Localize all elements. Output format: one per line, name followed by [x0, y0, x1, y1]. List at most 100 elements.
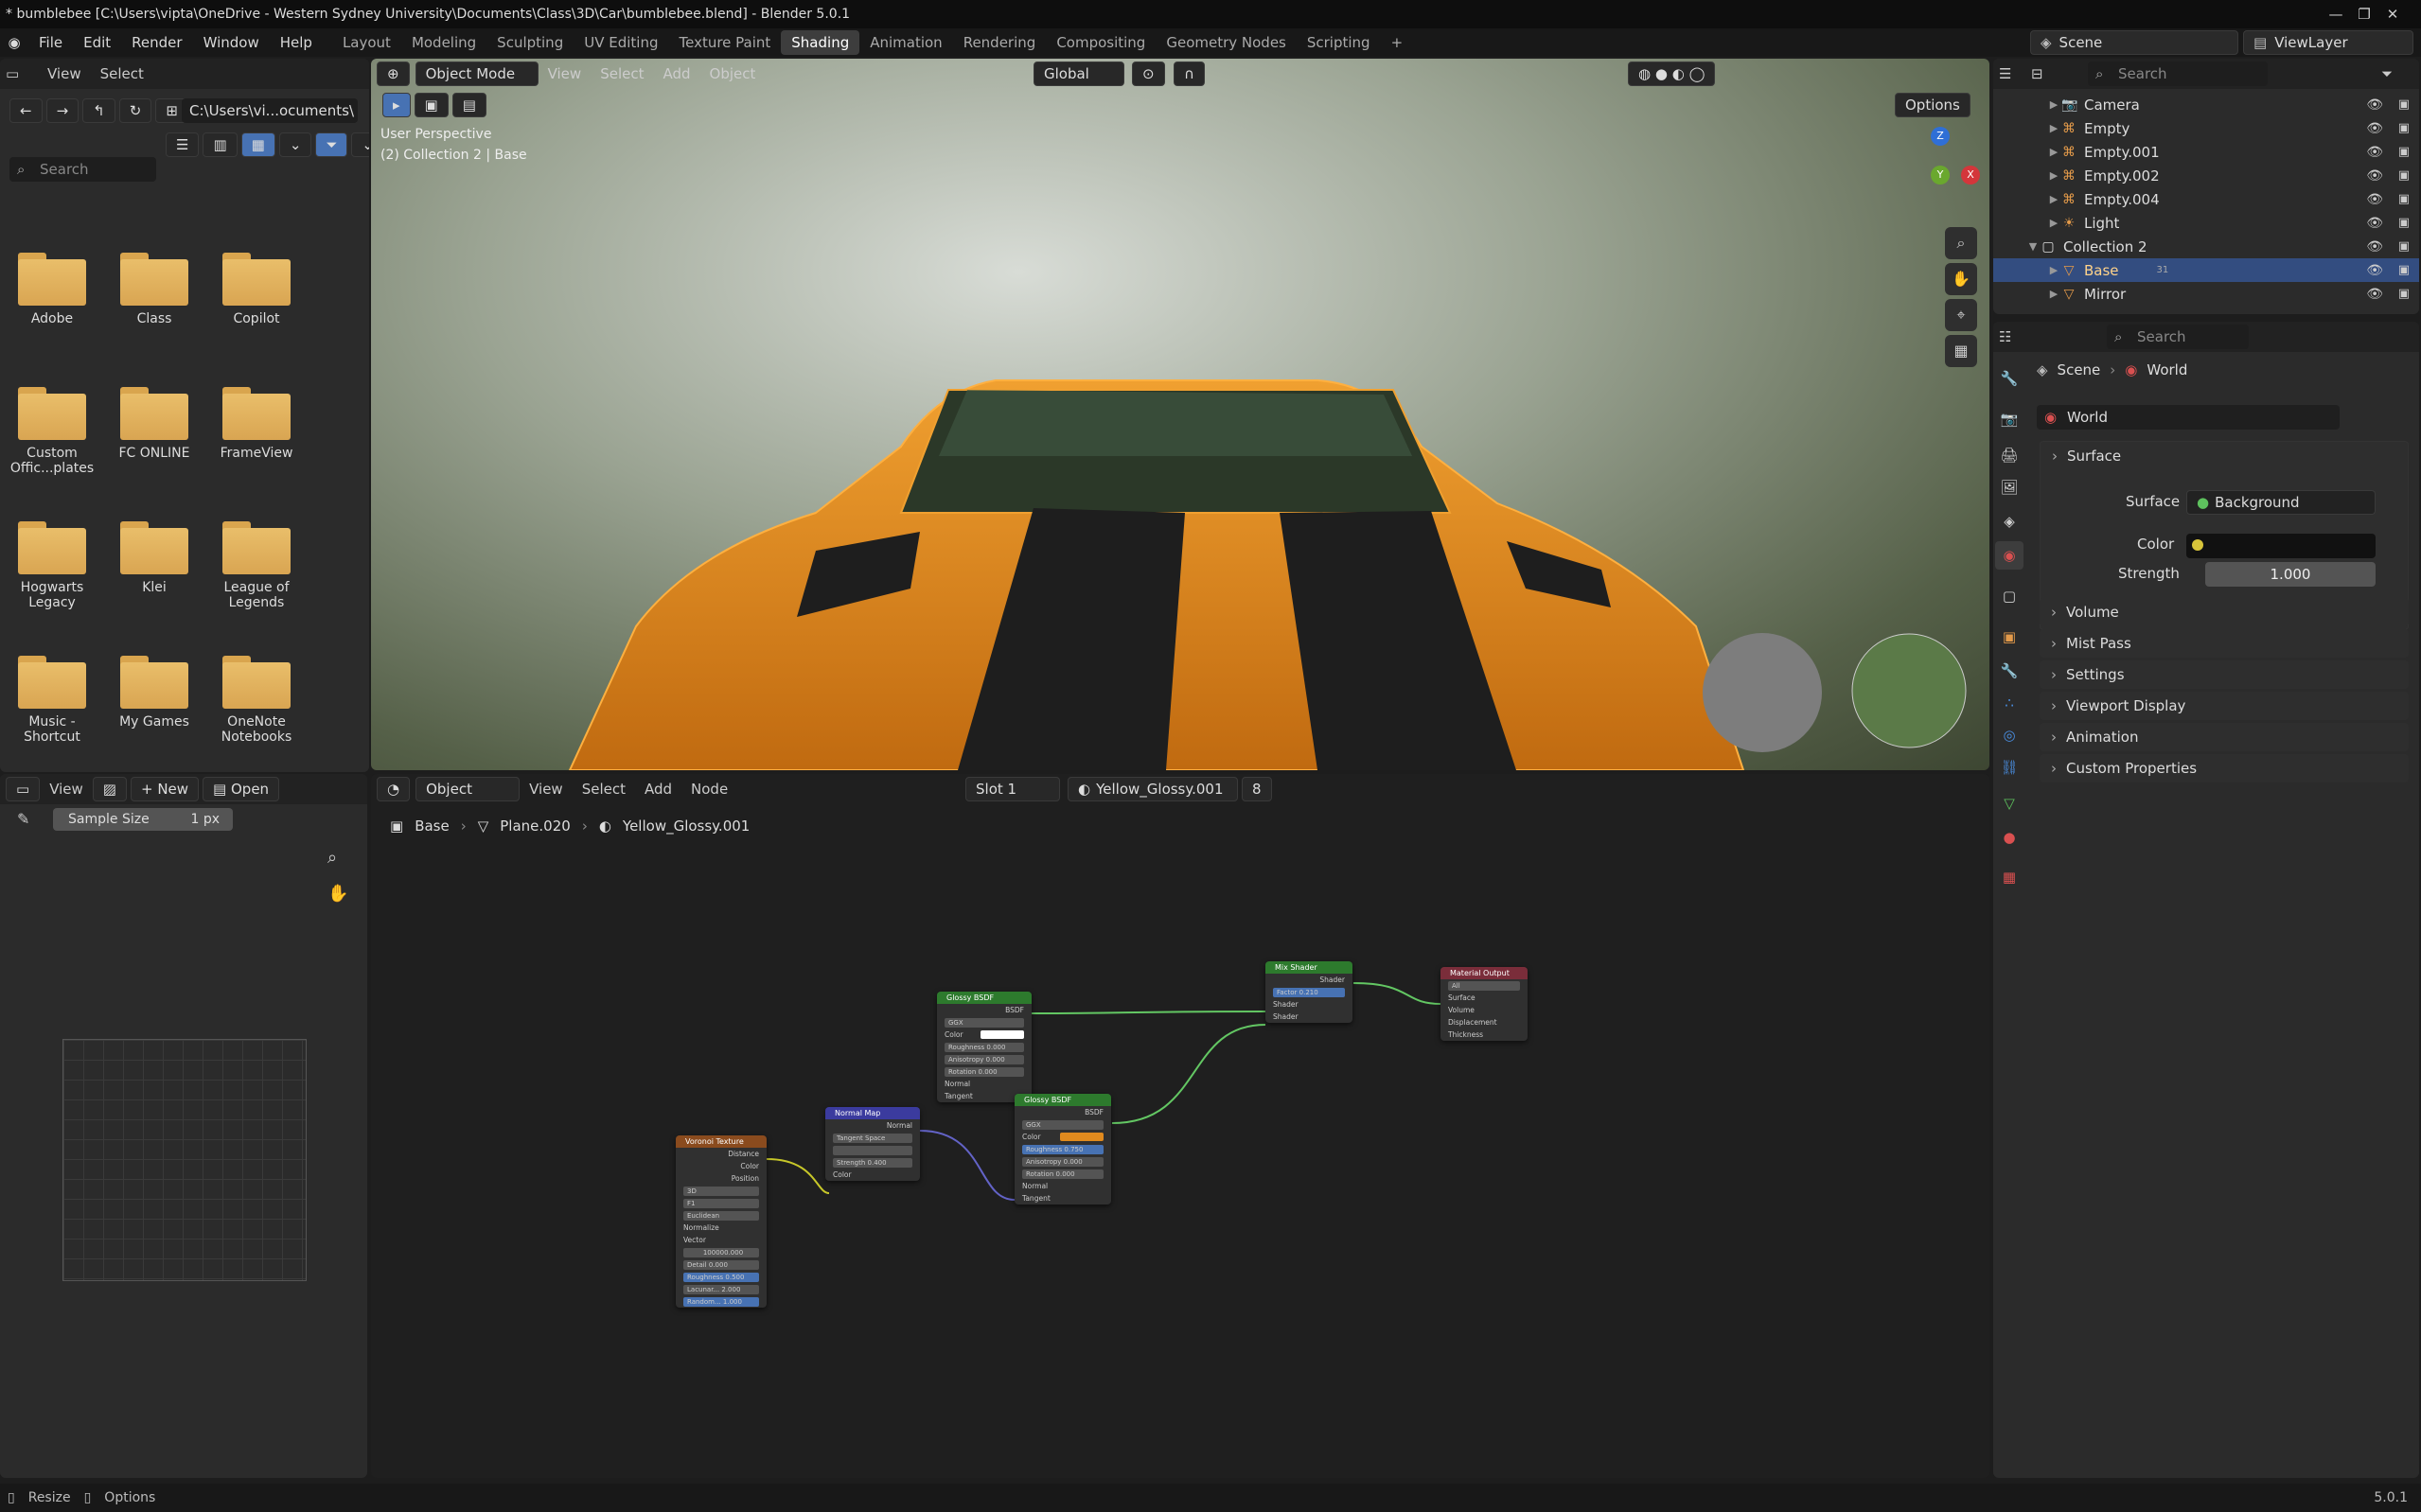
tab-compositing[interactable]: Compositing	[1046, 30, 1156, 55]
color-swatch[interactable]	[1060, 1133, 1104, 1141]
eyedropper-icon[interactable]: ✎	[17, 810, 29, 828]
menu-view[interactable]: View	[40, 778, 93, 800]
surface-panel-header[interactable]: Surface	[2067, 448, 2121, 465]
volume-panel[interactable]: Volume	[2040, 598, 2409, 626]
properties-search-input[interactable]: ⌕ Search	[2107, 325, 2249, 349]
back-icon[interactable]: ←	[9, 98, 43, 123]
collection-tab-icon[interactable]: ▢	[1995, 582, 2023, 610]
select-tool-icon[interactable]: ▸	[382, 93, 411, 117]
editor-type-icon[interactable]: ☰	[1999, 65, 2031, 82]
forward-icon[interactable]: →	[45, 98, 80, 123]
mist-pass-panel[interactable]: Mist Pass	[2040, 629, 2409, 658]
3d-viewport[interactable]: ⊕ Object Mode View Select Add Object Glo…	[371, 59, 1989, 770]
filter-icon[interactable]: ⏷	[2381, 65, 2393, 82]
anisotropy-field[interactable]: Anisotropy 0.000	[1022, 1157, 1104, 1167]
folder-item[interactable]: Music - Shortcut	[5, 656, 99, 745]
render-camera-icon[interactable]: ▣	[2398, 121, 2410, 135]
list-vertical-icon[interactable]: ☰	[166, 132, 200, 157]
collapse-arrow-icon[interactable]: ▼	[2025, 240, 2041, 253]
outliner-item[interactable]: ▶ 📷 Camera 👁 ▣	[1993, 93, 2419, 116]
distribution-selector[interactable]: GGX	[1022, 1120, 1104, 1130]
expand-arrow-icon[interactable]: ▶	[2046, 288, 2061, 300]
filter-icon[interactable]: ⏷	[315, 132, 348, 157]
tab-animation[interactable]: Animation	[859, 30, 952, 55]
detail-field[interactable]: Detail 0.000	[683, 1260, 759, 1270]
zoom-icon[interactable]: ⌕	[1945, 227, 1977, 259]
hand-icon[interactable]: ✋	[1945, 263, 1977, 295]
view-layer-selector[interactable]: ▤ ViewLayer	[2243, 30, 2413, 55]
filter-chevron-icon[interactable]: ⌄	[351, 132, 369, 157]
target-selector[interactable]: All	[1448, 981, 1520, 991]
strength-field[interactable]: 1.000	[2205, 562, 2376, 587]
refresh-icon[interactable]: ↻	[118, 98, 152, 123]
world-tab-icon[interactable]: ◉	[1995, 541, 2023, 570]
factor-field[interactable]: Factor 0.210	[1273, 988, 1345, 997]
strength-field[interactable]: Strength 0.400	[833, 1158, 912, 1168]
folder-item[interactable]: Adobe	[5, 253, 99, 326]
tab-texture-paint[interactable]: Texture Paint	[668, 30, 781, 55]
menu-view[interactable]: View	[38, 62, 91, 85]
tab-sculpting[interactable]: Sculpting	[486, 30, 574, 55]
uv-grid[interactable]	[62, 1039, 307, 1281]
render-camera-icon[interactable]: ▣	[2398, 145, 2410, 159]
editor-type-icon[interactable]: ⊕	[377, 62, 410, 86]
physics-tab-icon[interactable]: ◎	[1995, 721, 2023, 749]
glossy-bsdf-node[interactable]: Glossy BSDF BSDF GGX Color Roughness 0.7…	[1015, 1094, 1111, 1204]
custom-properties-panel[interactable]: Custom Properties	[2040, 754, 2409, 782]
scene-selector[interactable]: ◈ Scene	[2030, 30, 2238, 55]
sort-chevron-icon[interactable]: ⌄	[278, 132, 312, 157]
eye-icon[interactable]: 👁	[2366, 145, 2383, 160]
material-tab-icon[interactable]: ●	[1995, 823, 2023, 852]
outliner-item[interactable]: ▶ ⌘ Empty.002 👁 ▣	[1993, 164, 2419, 187]
folder-item[interactable]: My Games	[107, 656, 202, 730]
eye-icon[interactable]: 👁	[2366, 287, 2383, 302]
view-layer-tab-icon[interactable]: 🖼	[1995, 473, 2023, 501]
eye-icon[interactable]: 👁	[2366, 263, 2383, 278]
surface-shader-selector[interactable]: ● Background	[2186, 490, 2376, 515]
animation-panel[interactable]: Animation	[2040, 723, 2409, 751]
eye-icon[interactable]: 👁	[2366, 192, 2383, 207]
expand-arrow-icon[interactable]: ▶	[2046, 98, 2061, 111]
roughness-field[interactable]: Roughness 0.000	[945, 1043, 1024, 1052]
folder-item[interactable]: OneNote Notebooks	[209, 656, 304, 745]
snap-icon[interactable]: ∩	[1174, 62, 1205, 86]
menu-add[interactable]: Add	[653, 62, 699, 85]
add-workspace-button[interactable]: +	[1381, 30, 1414, 55]
menu-select[interactable]: Select	[91, 62, 153, 85]
blender-logo-icon[interactable]: ◉	[0, 34, 28, 51]
normal-map-node[interactable]: Normal Map Normal Tangent Space Strength…	[825, 1107, 920, 1181]
camera-view-icon[interactable]: ⌖	[1945, 299, 1977, 331]
randomness-field[interactable]: Random... 1.000	[683, 1297, 759, 1307]
menu-edit[interactable]: Edit	[73, 28, 121, 57]
render-tab-icon[interactable]: 📷	[1995, 405, 2023, 433]
zoom-icon[interactable]: ⌕	[327, 848, 337, 868]
outliner-item[interactable]: ▶ ▽ Mirror 👁 ▣	[1993, 282, 2419, 306]
render-camera-icon[interactable]: ▣	[2398, 287, 2410, 301]
render-camera-icon[interactable]: ▣	[2398, 192, 2410, 206]
editor-type-icon[interactable]: ▭	[6, 777, 41, 801]
material-output-node[interactable]: Material Output All Surface Volume Displ…	[1440, 967, 1528, 1041]
thumbnail-icon[interactable]: ▦	[240, 132, 275, 157]
node-editor[interactable]: ◔ Object View Select Add Node Slot 1 ◐ Ye…	[371, 774, 1989, 1478]
outliner-item[interactable]: ▶ ⌘ Empty.001 👁 ▣	[1993, 140, 2419, 164]
tab-modeling[interactable]: Modeling	[401, 30, 486, 55]
constraints-tab-icon[interactable]: ⛓	[1995, 753, 2023, 782]
gizmo-z[interactable]: Z	[1931, 127, 1950, 146]
render-camera-icon[interactable]: ▣	[2398, 263, 2410, 277]
render-camera-icon[interactable]: ▣	[2398, 97, 2410, 112]
menu-help[interactable]: Help	[270, 28, 323, 57]
expand-arrow-icon[interactable]: ▶	[2046, 122, 2061, 134]
rotation-field[interactable]: Rotation 0.000	[945, 1067, 1024, 1077]
folder-item[interactable]: League of Legends	[209, 521, 304, 610]
menu-file[interactable]: File	[28, 28, 73, 57]
eye-icon[interactable]: 👁	[2366, 121, 2383, 136]
hand-icon[interactable]: ✋	[327, 884, 348, 904]
folder-item[interactable]: Custom Offic...plates	[5, 387, 99, 476]
color-field[interactable]	[2186, 534, 2376, 558]
list-horizontal-icon[interactable]: ▥	[203, 132, 238, 157]
eye-icon[interactable]: 👁	[2366, 239, 2383, 255]
parent-dir-icon[interactable]: ↰	[82, 98, 115, 123]
menu-view[interactable]: View	[539, 62, 592, 85]
roughness-field[interactable]: Roughness 0.750	[1022, 1145, 1104, 1154]
tab-scripting[interactable]: Scripting	[1297, 30, 1381, 55]
